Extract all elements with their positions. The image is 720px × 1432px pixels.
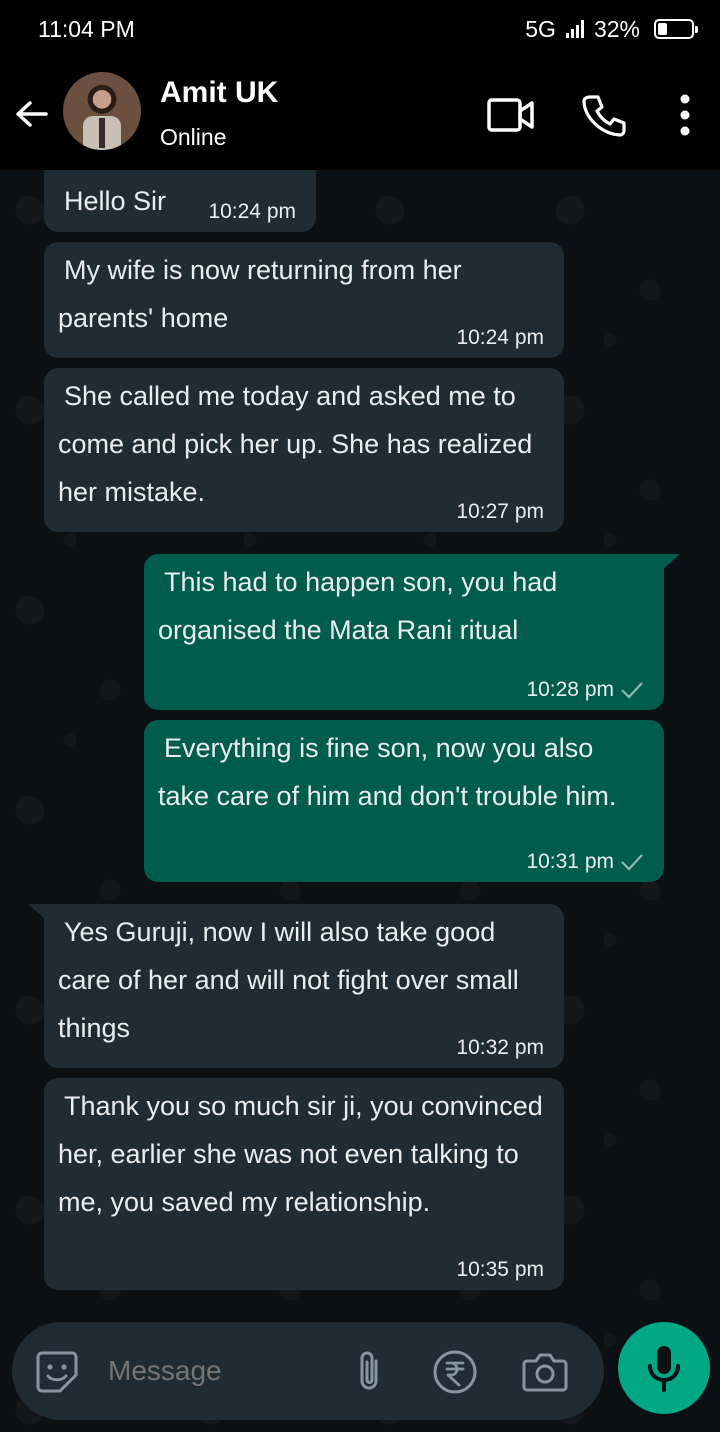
- message-time: 10:24 pm: [456, 326, 544, 349]
- message-text: Everything is fine son, now you also tak…: [158, 733, 617, 811]
- message-time: 10:31 pm: [526, 850, 644, 874]
- message-time: 10:27 pm: [456, 500, 544, 523]
- message-text: Yes Guruji, now I will also take good ca…: [58, 917, 519, 1043]
- back-arrow-icon[interactable]: [12, 94, 52, 134]
- rupee-payment-icon[interactable]: [430, 1347, 480, 1397]
- more-options-icon[interactable]: [658, 88, 712, 142]
- battery-percent: 32%: [593, 15, 640, 42]
- message-outgoing[interactable]: Everything is fine son, now you also tak…: [144, 720, 664, 882]
- message-text: She called me today and asked me to come…: [58, 381, 533, 507]
- mic-button[interactable]: [618, 1322, 710, 1414]
- video-call-icon[interactable]: [484, 88, 538, 142]
- status-bar: 11:04 PM 5G 32%: [0, 0, 720, 58]
- camera-icon[interactable]: [520, 1347, 570, 1397]
- message-incoming[interactable]: Thank you so much sir ji, you convinced …: [44, 1078, 564, 1290]
- contact-name[interactable]: Amit UK: [160, 76, 278, 110]
- chat-header: Amit UK Online: [0, 58, 720, 170]
- message-time: 10:24 pm: [208, 200, 296, 223]
- message-time: 10:28 pm: [526, 678, 644, 702]
- message-text: This had to happen son, you had organise…: [158, 567, 558, 645]
- message-composer[interactable]: [12, 1322, 604, 1420]
- message-outgoing[interactable]: This had to happen son, you had organise…: [144, 554, 664, 710]
- contact-status: Online: [160, 124, 227, 150]
- sent-check-icon: [621, 682, 643, 699]
- signal-icon: [565, 20, 584, 38]
- message-time: 10:35 pm: [456, 1258, 544, 1281]
- bubble-tail: [662, 554, 680, 570]
- sticker-icon[interactable]: [32, 1347, 82, 1397]
- message-input[interactable]: [108, 1355, 348, 1387]
- message-time: 10:32 pm: [456, 1036, 544, 1059]
- sent-check-icon: [621, 854, 643, 871]
- avatar[interactable]: [63, 72, 141, 150]
- status-indicators: 5G 32%: [525, 15, 698, 43]
- status-time: 11:04 PM: [38, 15, 135, 42]
- network-type: 5G: [525, 15, 556, 42]
- message-incoming[interactable]: Yes Guruji, now I will also take good ca…: [44, 904, 564, 1068]
- mic-icon: [648, 1346, 680, 1392]
- battery-icon: [654, 19, 698, 39]
- voice-call-icon[interactable]: [576, 88, 630, 142]
- chat-messages[interactable]: Hello Sir 10:24 pm My wife is now return…: [0, 170, 720, 1432]
- attach-icon[interactable]: [344, 1347, 394, 1397]
- message-incoming[interactable]: Hello Sir 10:24 pm: [44, 170, 316, 232]
- message-incoming[interactable]: She called me today and asked me to come…: [44, 368, 564, 532]
- message-text: Thank you so much sir ji, you convinced …: [58, 1091, 543, 1217]
- message-incoming[interactable]: My wife is now returning from her parent…: [44, 242, 564, 358]
